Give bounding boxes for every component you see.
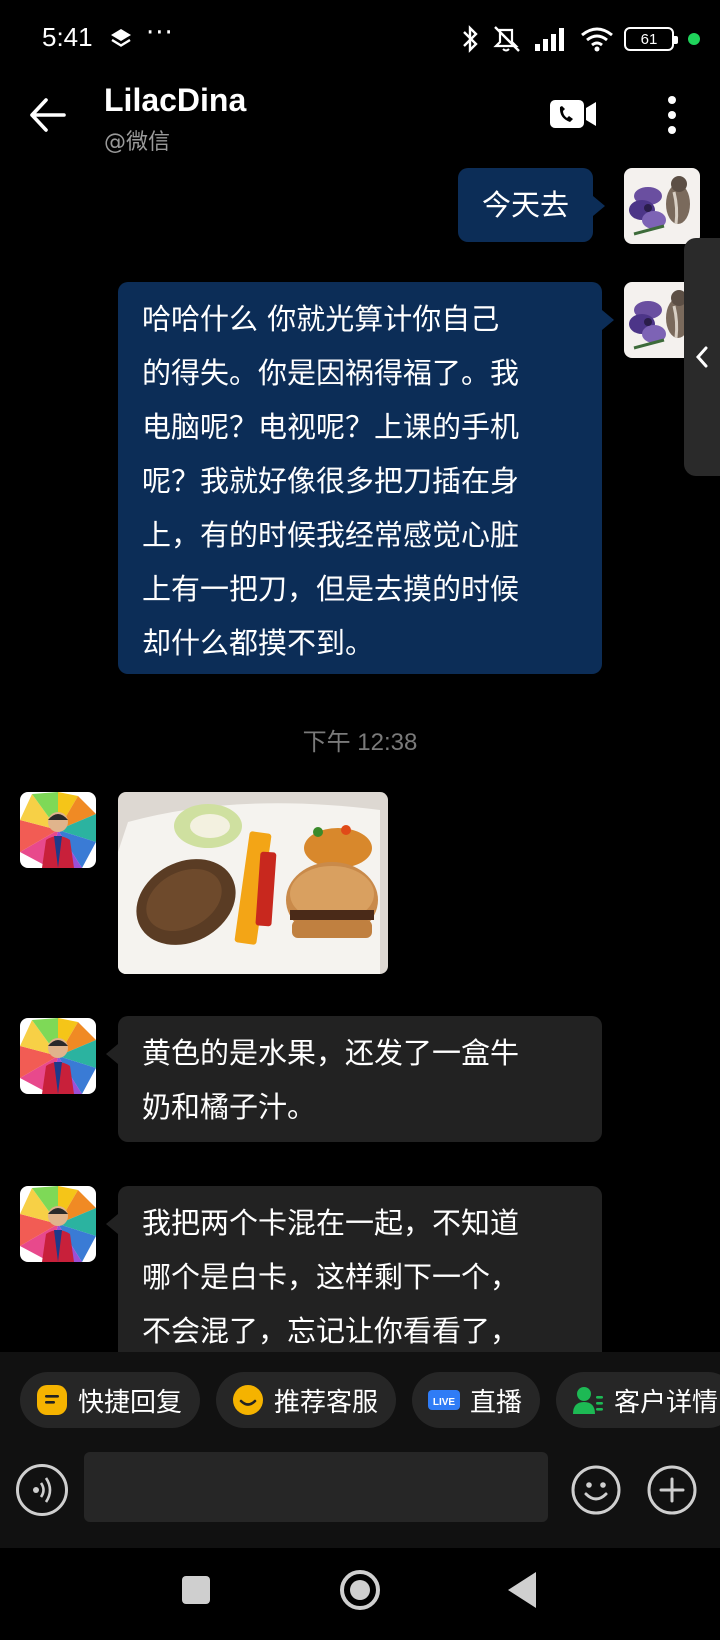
wifi-icon <box>581 27 613 52</box>
my-avatar[interactable] <box>624 168 700 244</box>
back-arrow-icon[interactable] <box>24 90 74 140</box>
message-bubble-incoming[interactable]: 我把两个卡混在一起，不知道 哪个是白卡，这样剩下一个， 不会混了，忘记让你看看了… <box>106 1186 602 1352</box>
voice-input-icon[interactable] <box>16 1464 68 1516</box>
side-panel-tab[interactable] <box>684 238 720 476</box>
message-bubble-outgoing[interactable]: 哈哈什么 你就光算计你自己 的得失。你是因祸得福了。我 电脑呢？电视呢？上课的手… <box>118 282 614 674</box>
live-icon-text: LIVE <box>433 1397 456 1408</box>
customer-detail-label: 客户详情 <box>614 1387 719 1418</box>
message-line: 上有一把刀，但是去摸的时候 <box>142 572 520 606</box>
message-line: 哪个是白卡，这样剩下一个， <box>142 1260 520 1294</box>
message-bubble-outgoing[interactable]: 今天去 <box>458 168 606 242</box>
message-line: 哈哈什么 你就光算计你自己 <box>142 302 500 336</box>
status-time: 5:41 <box>42 22 93 52</box>
live-label: 直播 <box>470 1387 523 1418</box>
quick-reply-button[interactable]: 快捷回复 <box>20 1372 201 1428</box>
indicator-dot <box>688 33 700 45</box>
quick-reply-icon <box>37 1385 67 1415</box>
recommend-service-icon <box>233 1385 263 1415</box>
customer-detail-icon <box>573 1387 603 1414</box>
live-icon: LIVE <box>428 1390 460 1410</box>
message-line: 呢？我就好像很多把刀插在身 <box>142 464 520 498</box>
video-call-icon[interactable] <box>548 94 600 134</box>
quick-actions-bar: 快捷回复 推荐客服 LIVE 直播 客户详情 <box>0 1352 720 1452</box>
emoji-icon[interactable] <box>570 1464 622 1516</box>
contact-avatar[interactable] <box>20 1186 96 1262</box>
contact-avatar[interactable] <box>20 792 96 868</box>
message-line: 电脑呢？电视呢？上课的手机 <box>142 410 520 444</box>
message-text: 今天去 <box>482 188 570 222</box>
layers-icon <box>111 29 131 47</box>
message-line: 不会混了，忘记让你看看了， <box>142 1314 520 1348</box>
system-nav-bar <box>0 1548 720 1640</box>
mute-icon <box>493 26 520 52</box>
contact-name: LilacDina <box>104 82 247 118</box>
quick-reply-label: 快捷回复 <box>78 1387 183 1418</box>
contact-avatar[interactable] <box>20 1018 96 1094</box>
message-input[interactable] <box>84 1452 548 1522</box>
battery-level: 61 <box>640 30 658 48</box>
message-line: 上，有的时候我经常感觉心脏 <box>142 518 520 552</box>
battery-icon: 61 <box>624 27 678 51</box>
message-line: 黄色的是水果，还发了一盒牛 <box>142 1036 520 1070</box>
message-line: 却什么都摸不到。 <box>142 626 375 660</box>
customer-detail-button[interactable]: 客户详情 <box>556 1372 720 1428</box>
live-button[interactable]: LIVE 直播 <box>412 1372 541 1428</box>
more-vert-icon[interactable] <box>656 90 688 140</box>
contact-subtitle: @微信 <box>104 130 171 155</box>
message-line: 奶和橘子汁。 <box>142 1090 317 1124</box>
input-bar <box>0 1452 720 1548</box>
signal-icon <box>535 28 564 51</box>
message-timestamp: 下午 12:38 <box>302 729 418 756</box>
bluetooth-icon <box>463 25 478 53</box>
food-photo-image[interactable] <box>118 792 388 974</box>
chevron-left-icon <box>695 346 708 368</box>
more-plus-icon[interactable] <box>646 1464 698 1516</box>
recommend-service-label: 推荐客服 <box>274 1387 379 1418</box>
message-line: 我把两个卡混在一起，不知道 <box>142 1206 520 1240</box>
chat-area[interactable]: 今天去 哈哈什么 你就光算计你自己 的得失。你是因祸得福了。我 电脑呢？电视呢？… <box>0 160 720 1352</box>
home-icon[interactable] <box>340 1570 380 1610</box>
chat-header: LilacDina @微信 <box>0 80 720 160</box>
message-bubble-incoming[interactable]: 黄色的是水果，还发了一盒牛 奶和橘子汁。 <box>106 1016 602 1142</box>
recent-apps-icon[interactable] <box>182 1576 210 1604</box>
nav-back-icon[interactable] <box>508 1572 536 1608</box>
message-line: 的得失。你是因祸得福了。我 <box>142 356 520 390</box>
status-bar: 5:41 ··· 61 <box>0 0 720 80</box>
overflow-dots: ··· <box>146 18 174 48</box>
recommend-service-button[interactable]: 推荐客服 <box>216 1372 397 1428</box>
